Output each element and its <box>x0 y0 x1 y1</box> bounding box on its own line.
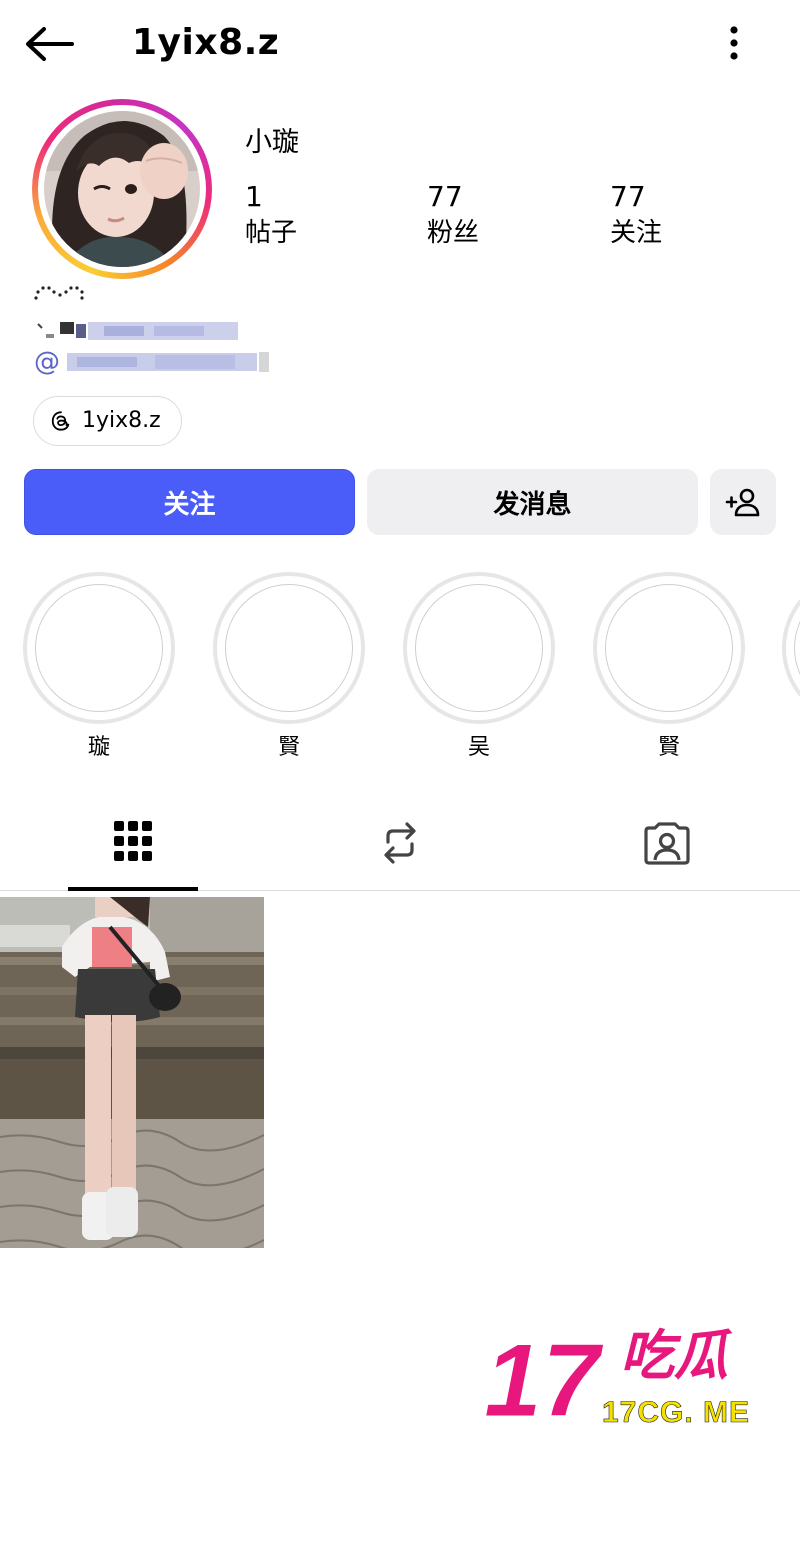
bio-text-line <box>34 318 244 346</box>
post-thumbnail[interactable] <box>0 897 264 1248</box>
highlight-cover <box>213 572 365 724</box>
posts-count: 1 <box>245 180 263 213</box>
highlight-label: 賢 <box>657 735 680 760</box>
story-highlight-partial[interactable] <box>782 572 800 724</box>
following-label: 关注 <box>610 218 663 248</box>
follow-button[interactable]: 关注 <box>24 469 355 535</box>
followers-label: 粉丝 <box>427 218 480 248</box>
watermark-site: 17CG. ME <box>602 1396 750 1428</box>
profile-username: 1yix8.z <box>132 22 280 63</box>
back-arrow-icon <box>26 27 74 61</box>
threads-icon <box>51 411 70 431</box>
avatar <box>44 111 200 267</box>
repost-icon <box>384 822 416 864</box>
message-button[interactable]: 发消息 <box>367 469 698 535</box>
threads-link-chip[interactable]: 1yix8.z <box>33 396 182 446</box>
story-highlight[interactable]: 賢 <box>213 572 365 762</box>
suggest-user-button[interactable] <box>710 469 776 535</box>
stat-following[interactable]: 77 关注 <box>610 180 662 250</box>
story-highlight[interactable]: 璇 <box>23 572 175 762</box>
site-watermark: 17 吃瓜 17CG. ME <box>482 1318 782 1440</box>
tagged-person-icon <box>644 822 690 865</box>
mention-at-sign: @ <box>34 347 60 377</box>
add-person-icon <box>725 488 760 517</box>
following-count: 77 <box>610 180 646 213</box>
profile-tabs <box>0 795 800 891</box>
bio-redacted-text <box>37 322 238 340</box>
tab-tagged[interactable] <box>602 795 732 891</box>
story-ring[interactable] <box>32 99 212 279</box>
display-name: 小璇 <box>245 127 299 158</box>
followers-count: 77 <box>427 180 463 213</box>
highlight-cover <box>593 572 745 724</box>
story-highlight[interactable]: 賢 <box>593 572 745 762</box>
threads-handle: 1yix8.z <box>82 408 161 433</box>
mention-redacted-handle <box>67 352 270 372</box>
tab-posts-grid[interactable] <box>68 795 198 891</box>
highlight-cover <box>403 572 555 724</box>
watermark-number: 17 <box>484 1323 604 1428</box>
grid-icon <box>114 821 152 861</box>
highlight-label: 賢 <box>277 735 300 760</box>
stat-posts[interactable]: 1 帖子 <box>245 180 297 250</box>
more-vertical-icon <box>730 26 738 60</box>
story-highlight[interactable]: 吴 <box>403 572 555 762</box>
tab-reposts[interactable] <box>335 795 465 891</box>
more-options-button[interactable] <box>714 20 754 66</box>
highlight-cover <box>23 572 175 724</box>
posts-label: 帖子 <box>245 218 298 248</box>
bio-mention-link[interactable]: @ <box>34 348 270 376</box>
watermark-chars: 吃瓜 <box>620 1324 733 1387</box>
back-button[interactable] <box>22 22 76 66</box>
bio-dotted-heart <box>30 282 90 318</box>
highlight-label: 璇 <box>87 735 110 760</box>
top-bar: 1yix8.z <box>0 0 800 88</box>
highlight-label: 吴 <box>467 735 490 760</box>
stat-followers[interactable]: 77 粉丝 <box>427 180 479 250</box>
